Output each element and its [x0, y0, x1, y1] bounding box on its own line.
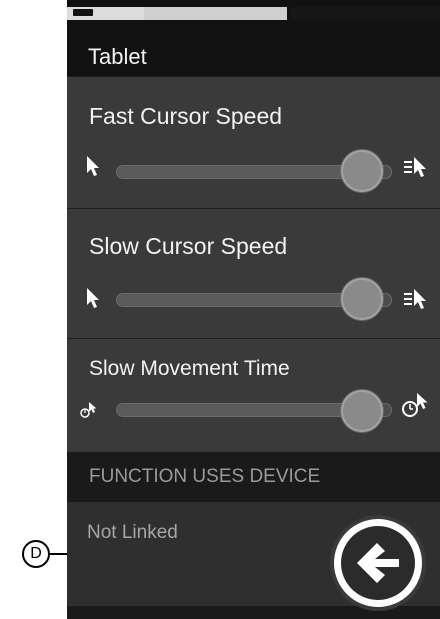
tablet-settings-screen: Tablet Fast Cursor Speed Slow Cursor Spe… — [67, 0, 440, 619]
callout-label: D — [22, 540, 50, 568]
back-button[interactable] — [334, 519, 422, 607]
callout-leader-line — [50, 553, 67, 555]
fast-cursor-icon — [404, 157, 426, 177]
slider-fill — [117, 294, 364, 306]
bottom-strip — [67, 606, 440, 619]
cursor-arrow-icon — [87, 288, 99, 308]
slider-knob[interactable] — [341, 278, 383, 320]
status-bar-segment — [291, 7, 440, 20]
function-section-header: FUNCTION USES DEVICE — [67, 452, 440, 502]
setting-label: Slow Movement Time — [89, 357, 290, 380]
status-bar — [67, 0, 440, 20]
setting-label: Fast Cursor Speed — [89, 103, 283, 129]
setting-label: Slow Cursor Speed — [89, 233, 288, 259]
timer-cursor-large-icon — [402, 393, 428, 417]
page-header: Tablet — [67, 20, 440, 76]
slider-knob[interactable] — [341, 390, 383, 432]
link-status-text: Not Linked — [87, 522, 178, 543]
status-bar-segment — [144, 7, 287, 20]
section-header-text: FUNCTION USES DEVICE — [89, 466, 321, 487]
back-button-inner — [341, 526, 415, 600]
slider-fill — [117, 404, 364, 416]
slider-knob[interactable] — [341, 150, 383, 192]
cursor-arrow-icon — [87, 156, 99, 176]
back-arrow-icon — [357, 543, 399, 583]
timer-cursor-small-icon — [80, 402, 97, 418]
fast-cursor-icon — [404, 289, 426, 309]
setting-slow-cursor-speed: Slow Cursor Speed — [67, 208, 440, 339]
setting-slow-movement-time: Slow Movement Time — [67, 338, 440, 453]
setting-fast-cursor-speed: Fast Cursor Speed — [67, 76, 440, 209]
page-title: Tablet — [88, 44, 147, 69]
slider-fill — [117, 166, 364, 178]
battery-icon — [73, 9, 93, 16]
